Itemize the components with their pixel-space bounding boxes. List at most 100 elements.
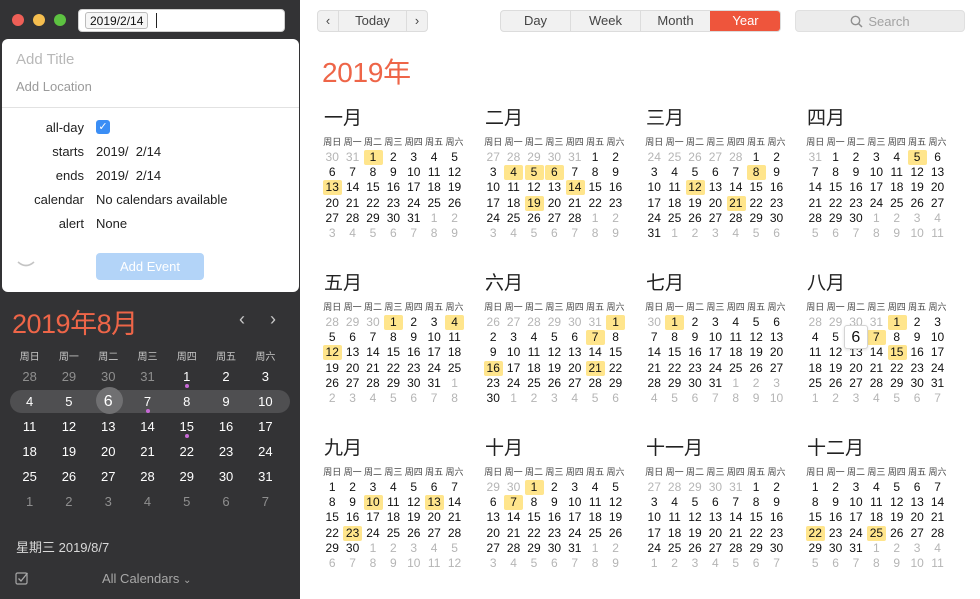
month-title[interactable]: 十月	[485, 433, 523, 460]
day-cell[interactable]: 24	[846, 526, 866, 541]
day-cell[interactable]: 25	[585, 526, 605, 541]
maximize-window-button[interactable]	[54, 14, 66, 26]
day-cell[interactable]: 8	[585, 556, 605, 571]
day-cell[interactable]: 26	[605, 526, 625, 541]
day-cell[interactable]: 31	[585, 315, 605, 330]
day-cell[interactable]: 4	[503, 556, 523, 571]
mini-day-cell[interactable]: 9	[206, 389, 245, 414]
day-cell[interactable]: 7	[404, 226, 424, 241]
day-cell[interactable]: 16	[342, 510, 362, 525]
day-cell[interactable]: 6	[322, 165, 342, 180]
day-cell[interactable]: 17	[644, 196, 664, 211]
day-cell[interactable]: 18	[664, 196, 684, 211]
day-cell[interactable]: 14	[565, 180, 585, 196]
day-cell[interactable]: 31	[404, 211, 424, 226]
day-cell[interactable]: 9	[825, 495, 845, 510]
day-cell[interactable]: 7	[846, 556, 866, 571]
day-cell[interactable]: 15	[664, 345, 684, 360]
day-cell[interactable]: 14	[927, 495, 947, 510]
day-cell[interactable]: 5	[664, 391, 684, 406]
day-cell[interactable]: 5	[404, 480, 424, 495]
mini-day-cell[interactable]: 6	[89, 387, 128, 414]
day-cell[interactable]: 28	[585, 376, 605, 391]
day-cell[interactable]: 1	[444, 376, 464, 391]
day-cell[interactable]: 28	[927, 526, 947, 541]
day-cell[interactable]: 29	[342, 315, 362, 330]
day-cell[interactable]: 6	[605, 391, 625, 406]
mini-day-cell[interactable]: 31	[246, 464, 285, 489]
mini-day-cell[interactable]: 12	[49, 414, 88, 439]
day-cell[interactable]: 11	[585, 495, 605, 510]
day-cell[interactable]: 22	[383, 361, 403, 376]
day-cell[interactable]: 13	[705, 510, 725, 525]
day-cell[interactable]: 3	[483, 556, 503, 571]
day-cell[interactable]: 9	[766, 495, 786, 510]
checkbox-icon[interactable]	[15, 571, 29, 585]
mini-day-cell[interactable]: 8	[167, 389, 206, 414]
day-cell[interactable]: 25	[664, 541, 684, 556]
day-cell[interactable]: 21	[503, 526, 523, 541]
day-cell[interactable]: 2	[907, 315, 927, 330]
day-cell[interactable]: 28	[726, 541, 746, 556]
day-cell[interactable]: 29	[685, 480, 705, 495]
day-cell[interactable]: 10	[846, 495, 866, 510]
day-cell[interactable]: 7	[705, 391, 725, 406]
day-cell[interactable]: 4	[524, 330, 544, 345]
day-cell[interactable]: 19	[746, 345, 766, 360]
day-cell[interactable]: 22	[805, 525, 826, 541]
day-cell[interactable]: 12	[685, 180, 706, 196]
day-cell[interactable]: 4	[927, 211, 947, 226]
day-cell[interactable]: 7	[342, 556, 362, 571]
day-cell[interactable]: 15	[524, 510, 544, 525]
day-cell[interactable]: 2	[766, 150, 786, 165]
day-cell[interactable]: 2	[887, 211, 907, 226]
day-cell[interactable]: 29	[483, 480, 503, 495]
day-cell[interactable]: 6	[544, 226, 564, 241]
alert-select[interactable]: None	[96, 216, 127, 231]
day-cell[interactable]: 18	[805, 361, 825, 376]
day-cell[interactable]: 22	[825, 196, 845, 211]
day-cell[interactable]: 3	[565, 480, 585, 495]
day-cell[interactable]: 13	[907, 495, 927, 510]
day-cell[interactable]: 26	[685, 150, 705, 165]
day-cell[interactable]: 10	[907, 556, 927, 571]
mini-day-cell[interactable]: 27	[89, 464, 128, 489]
day-cell[interactable]: 18	[444, 345, 464, 360]
day-cell[interactable]: 2	[605, 211, 625, 226]
day-cell[interactable]: 25	[503, 211, 523, 226]
day-cell[interactable]: 9	[605, 226, 625, 241]
day-cell[interactable]: 21	[726, 526, 746, 541]
day-cell[interactable]: 28	[644, 376, 664, 391]
day-cell[interactable]: 26	[685, 211, 705, 226]
day-cell[interactable]: 26	[483, 315, 503, 330]
day-cell[interactable]: 9	[685, 330, 705, 345]
day-cell[interactable]: 27	[644, 480, 664, 495]
day-cell[interactable]: 16	[404, 345, 424, 360]
day-cell[interactable]: 3	[705, 315, 725, 330]
day-cell[interactable]: 21	[726, 195, 746, 211]
day-cell[interactable]: 4	[805, 330, 825, 345]
day-cell[interactable]: 5	[805, 226, 825, 241]
day-cell[interactable]: 28	[342, 211, 362, 226]
day-cell[interactable]: 24	[866, 196, 886, 211]
mini-day-cell[interactable]: 3	[246, 364, 285, 389]
month-title[interactable]: 五月	[324, 268, 362, 295]
day-cell[interactable]: 21	[444, 510, 464, 525]
day-cell[interactable]: 25	[524, 376, 544, 391]
all-calendars-dropdown[interactable]: All Calendars ⌄	[102, 571, 191, 586]
day-cell[interactable]: 6	[483, 495, 503, 510]
day-cell[interactable]: 10	[644, 180, 664, 195]
mini-day-cell[interactable]: 7	[246, 489, 285, 514]
day-cell[interactable]: 24	[565, 526, 585, 541]
day-cell[interactable]: 27	[705, 150, 725, 165]
day-cell[interactable]: 9	[483, 345, 503, 360]
day-cell[interactable]: 3	[766, 376, 786, 391]
day-cell[interactable]: 5	[746, 315, 766, 330]
day-cell[interactable]: 7	[565, 556, 585, 571]
day-cell[interactable]: 8	[805, 495, 825, 510]
day-cell[interactable]: 11	[664, 180, 684, 195]
day-cell[interactable]: 20	[424, 510, 444, 525]
chevron-right-icon[interactable]: ›	[270, 309, 276, 330]
day-cell[interactable]: 30	[383, 211, 403, 226]
day-cell[interactable]: 20	[846, 361, 866, 376]
